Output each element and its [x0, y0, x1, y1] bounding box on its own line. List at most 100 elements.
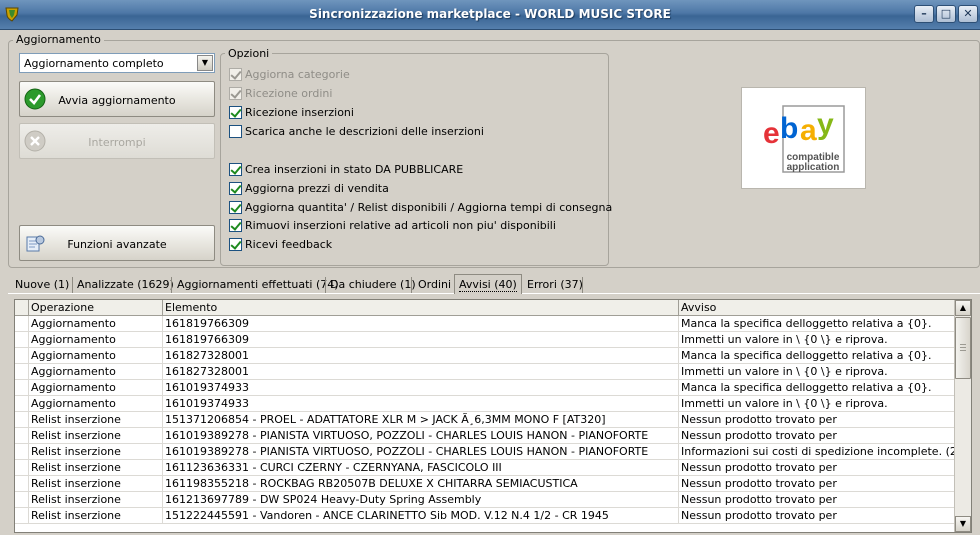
- update-mode-value: Aggiornamento completo: [24, 57, 164, 70]
- table-row[interactable]: Relist inserzione 161019389278 - PIANISTA…: [15, 444, 955, 460]
- cell-operazione: Aggiornamento: [29, 380, 163, 396]
- tab-ordini[interactable]: Ordini: [414, 277, 455, 294]
- cell-elemento: 151222445591 - Vandoren - ANCE CLARINETT…: [163, 508, 679, 524]
- tab-aggiornamenti-effettuati[interactable]: Aggiornamenti effettuati (74): [173, 277, 343, 294]
- checkbox[interactable]: [229, 237, 242, 251]
- cell-avviso: Immetti un valore in \ {0 \} e riprova.: [679, 332, 955, 348]
- tab-analizzate[interactable]: Analizzate (1629): [73, 277, 178, 294]
- close-button[interactable]: ✕: [958, 5, 978, 23]
- grid-header-operazione[interactable]: Operazione: [29, 300, 163, 316]
- tab-errori[interactable]: Errori (37): [523, 277, 587, 294]
- start-update-button[interactable]: Avvia aggiornamento: [19, 81, 215, 117]
- table-row[interactable]: Relist inserzione 161213697789 - DW SP024…: [15, 492, 955, 508]
- option-ricezione-inserzioni[interactable]: Ricezione inserzioni: [229, 105, 354, 119]
- checkbox[interactable]: [229, 218, 242, 232]
- tab-da-chiudere[interactable]: Da chiudere (1): [326, 277, 420, 294]
- cell-elemento: 161827328001: [163, 364, 679, 380]
- checkbox[interactable]: [229, 162, 242, 176]
- cell-operazione: Aggiornamento: [29, 364, 163, 380]
- opzioni-group: [220, 53, 609, 266]
- cell-elemento: 161019374933: [163, 380, 679, 396]
- row-indicator[interactable]: [15, 364, 29, 380]
- window-client: Aggiornamento Aggiornamento completo ▼ A…: [0, 30, 980, 535]
- row-indicator[interactable]: [15, 316, 29, 332]
- update-mode-select[interactable]: Aggiornamento completo ▼: [19, 53, 215, 73]
- cell-avviso: Nessun prodotto trovato per: [679, 412, 955, 428]
- advanced-functions-button[interactable]: Funzioni avanzate: [19, 225, 215, 261]
- row-indicator[interactable]: [15, 428, 29, 444]
- tab-nuove[interactable]: Nuove (1): [11, 277, 73, 294]
- table-row[interactable]: Aggiornamento 161019374933 Manca la specif…: [15, 380, 955, 396]
- cell-avviso: Nessun prodotto trovato per: [679, 428, 955, 444]
- row-indicator[interactable]: [15, 476, 29, 492]
- row-indicator[interactable]: [15, 460, 29, 476]
- grid-header: Operazione Elemento Avviso: [15, 300, 955, 316]
- table-row[interactable]: Relist inserzione 151371206854 - PROEL - …: [15, 412, 955, 428]
- stop-label: Interrompi: [88, 136, 146, 149]
- cell-operazione: Relist inserzione: [29, 460, 163, 476]
- tab-separator: [171, 277, 172, 293]
- checkbox[interactable]: [229, 67, 242, 81]
- cell-operazione: Aggiornamento: [29, 348, 163, 364]
- table-row[interactable]: Aggiornamento 161819766309 Immetti un valo…: [15, 332, 955, 348]
- table-row[interactable]: Aggiornamento 161827328001 Immetti un valo…: [15, 364, 955, 380]
- row-indicator[interactable]: [15, 412, 29, 428]
- cell-operazione: Aggiornamento: [29, 316, 163, 332]
- row-indicator[interactable]: [15, 380, 29, 396]
- vertical-scrollbar[interactable]: ▲ ▼: [954, 300, 971, 532]
- tab-avvisi-label: Avvisi (40): [459, 278, 517, 292]
- cell-avviso: Immetti un valore in \ {0 \} e riprova.: [679, 364, 955, 380]
- option-crea-da-pubblicare[interactable]: Crea inserzioni in stato DA PUBBLICARE: [229, 162, 463, 176]
- checkbox[interactable]: [229, 105, 242, 119]
- table-row[interactable]: Relist inserzione 161019389278 - PIANISTA…: [15, 428, 955, 444]
- row-indicator[interactable]: [15, 396, 29, 412]
- cell-elemento: 161019374933: [163, 396, 679, 412]
- svg-text:y: y: [817, 108, 834, 141]
- tab-avvisi[interactable]: Avvisi (40): [454, 274, 522, 294]
- grid-header-avviso[interactable]: Avviso: [679, 300, 955, 316]
- table-row[interactable]: Aggiornamento 161819766309 Manca la specif…: [15, 316, 955, 332]
- checkbox[interactable]: [229, 200, 242, 214]
- checkbox[interactable]: [229, 124, 242, 138]
- grip-icon: [960, 344, 966, 352]
- option-ricevi-feedback[interactable]: Ricevi feedback: [229, 237, 332, 251]
- table-row[interactable]: Aggiornamento 161827328001 Manca la specif…: [15, 348, 955, 364]
- table-row[interactable]: Relist inserzione 161123636331 - CURCI CZ…: [15, 460, 955, 476]
- checkbox[interactable]: [229, 181, 242, 195]
- opzioni-group-label: Opzioni: [225, 47, 273, 60]
- scroll-thumb[interactable]: [955, 317, 971, 379]
- cell-operazione: Relist inserzione: [29, 428, 163, 444]
- minimize-button[interactable]: –: [914, 5, 934, 23]
- cell-avviso: Nessun prodotto trovato per: [679, 476, 955, 492]
- cell-operazione: Aggiornamento: [29, 396, 163, 412]
- option-aggiorna-categorie[interactable]: Aggiorna categorie: [229, 67, 350, 81]
- stop-button[interactable]: Interrompi: [19, 123, 215, 159]
- option-aggiorna-prezzi[interactable]: Aggiorna prezzi di vendita: [229, 181, 389, 195]
- svg-text:b: b: [780, 112, 798, 145]
- row-indicator[interactable]: [15, 492, 29, 508]
- cell-elemento: 161019389278 - PIANISTA VIRTUOSO, POZZOL…: [163, 428, 679, 444]
- chevron-down-icon[interactable]: ▼: [197, 55, 213, 71]
- cell-avviso: Manca la specifica delloggetto relativa …: [679, 380, 955, 396]
- scroll-down-icon[interactable]: ▼: [955, 516, 971, 532]
- row-indicator[interactable]: [15, 332, 29, 348]
- row-indicator[interactable]: [15, 348, 29, 364]
- table-row[interactable]: Aggiornamento 161019374933 Immetti un valo…: [15, 396, 955, 412]
- ebay-logo-line2: application: [787, 162, 840, 173]
- avvisi-grid[interactable]: Operazione Elemento Avviso Aggiornamento…: [14, 299, 972, 533]
- row-indicator[interactable]: [15, 508, 29, 524]
- cell-operazione: Relist inserzione: [29, 412, 163, 428]
- table-row[interactable]: Relist inserzione 151222445591 - Vandoren…: [15, 508, 955, 524]
- table-row[interactable]: Relist inserzione 161198355218 - ROCKBAG …: [15, 476, 955, 492]
- aggiornamento-group-label: Aggiornamento: [13, 33, 104, 46]
- maximize-button[interactable]: □: [936, 5, 956, 23]
- option-aggiorna-quantita[interactable]: Aggiorna quantita' / Relist disponibili …: [229, 200, 612, 214]
- row-indicator[interactable]: [15, 444, 29, 460]
- option-ricezione-ordini[interactable]: Ricezione ordini: [229, 86, 332, 100]
- tab-separator: [582, 277, 583, 293]
- option-scarica-descrizioni[interactable]: Scarica anche le descrizioni delle inser…: [229, 124, 484, 138]
- option-rimuovi-inserzioni[interactable]: Rimuovi inserzioni relative ad articoli …: [229, 218, 556, 232]
- grid-header-elemento[interactable]: Elemento: [163, 300, 679, 316]
- checkbox[interactable]: [229, 86, 242, 100]
- scroll-up-icon[interactable]: ▲: [955, 300, 971, 316]
